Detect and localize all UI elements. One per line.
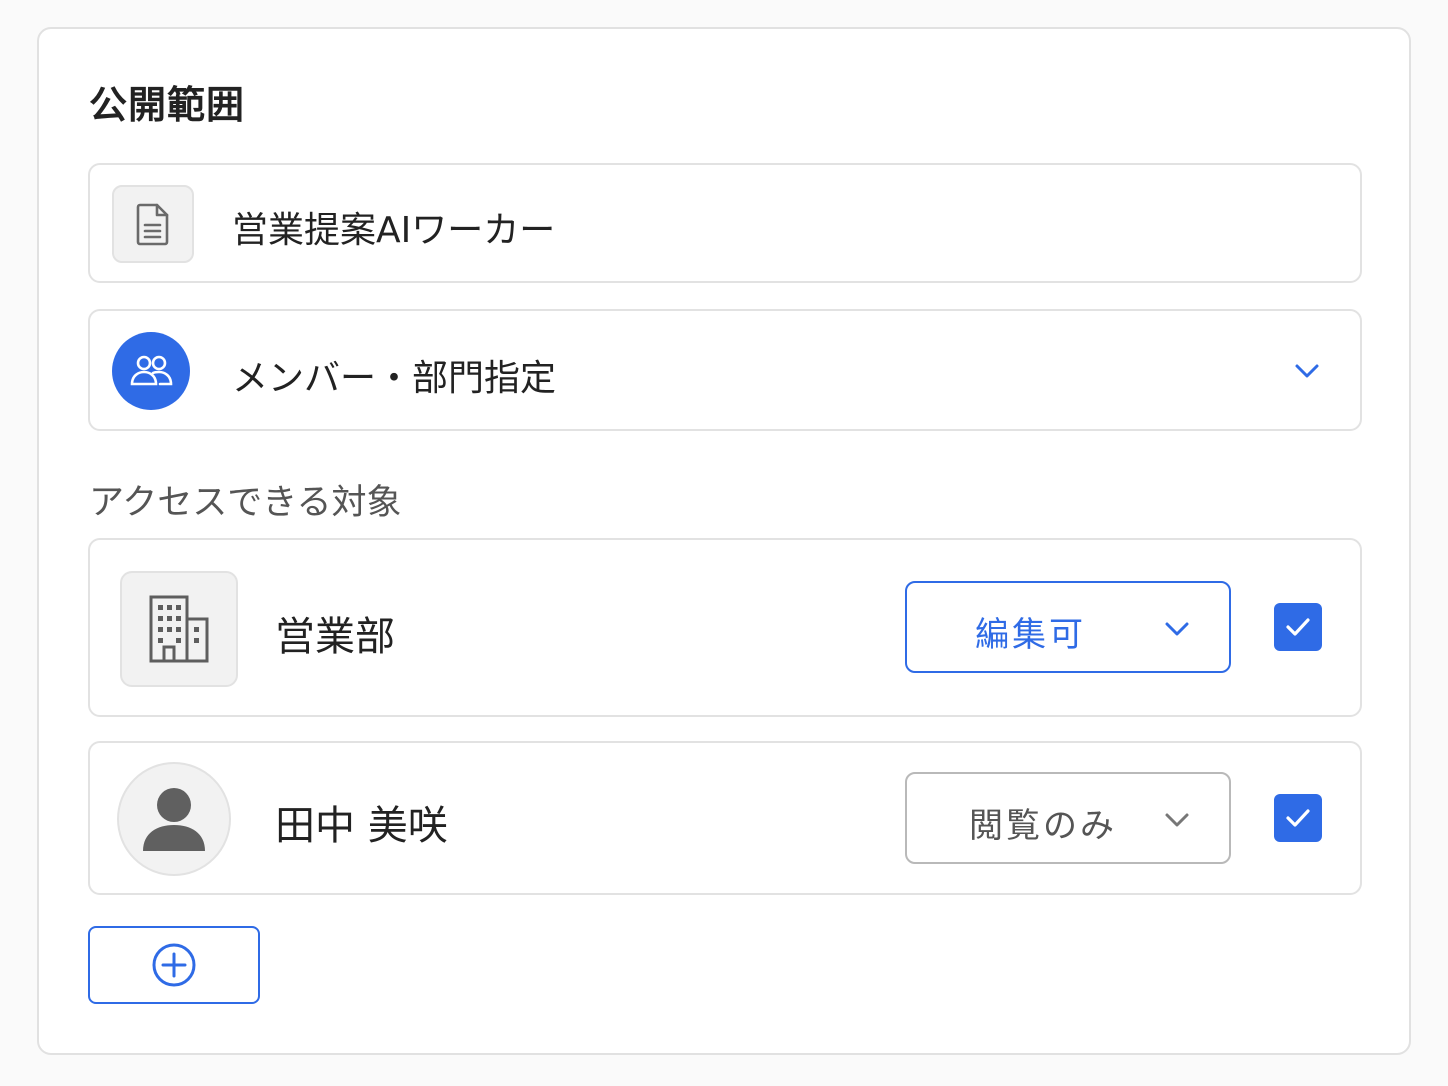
worker-name: 営業提案AIワーカー (232, 210, 556, 251)
check-icon (1286, 809, 1310, 827)
target-checkbox[interactable] (1274, 794, 1322, 842)
chevron-down-icon (1165, 622, 1189, 636)
scope-selector[interactable]: メンバー・部門指定 (88, 309, 1362, 431)
scope-label: メンバー・部門指定 (232, 358, 557, 399)
target-name: 田中 美咲 (275, 803, 448, 849)
target-row-user: 田中 美咲 閲覧のみ (88, 741, 1362, 895)
add-target-button[interactable] (88, 926, 260, 1004)
visibility-panel: 公開範囲 営業提案AIワーカー メンバー・部門指定 アクセスできる対象 営業部 … (37, 27, 1411, 1055)
permission-select[interactable]: 閲覧のみ (905, 772, 1231, 864)
check-icon (1286, 618, 1310, 636)
target-name: 営業部 (275, 614, 395, 660)
target-row-department: 営業部 編集可 (88, 538, 1362, 717)
plus-circle-icon (152, 943, 196, 987)
user-avatar-icon (117, 762, 231, 876)
permission-value: 編集可 (975, 615, 1086, 655)
users-group-icon (112, 332, 190, 410)
document-icon (112, 185, 194, 263)
permission-select[interactable]: 編集可 (905, 581, 1231, 673)
chevron-down-icon[interactable] (1292, 356, 1322, 386)
building-icon (120, 571, 238, 687)
access-targets-heading: アクセスできる対象 (89, 483, 402, 523)
worker-card: 営業提案AIワーカー (88, 163, 1362, 283)
permission-value: 閲覧のみ (969, 806, 1117, 846)
section-title: 公開範囲 (89, 83, 246, 127)
target-checkbox[interactable] (1274, 603, 1322, 651)
chevron-down-icon (1165, 813, 1189, 827)
